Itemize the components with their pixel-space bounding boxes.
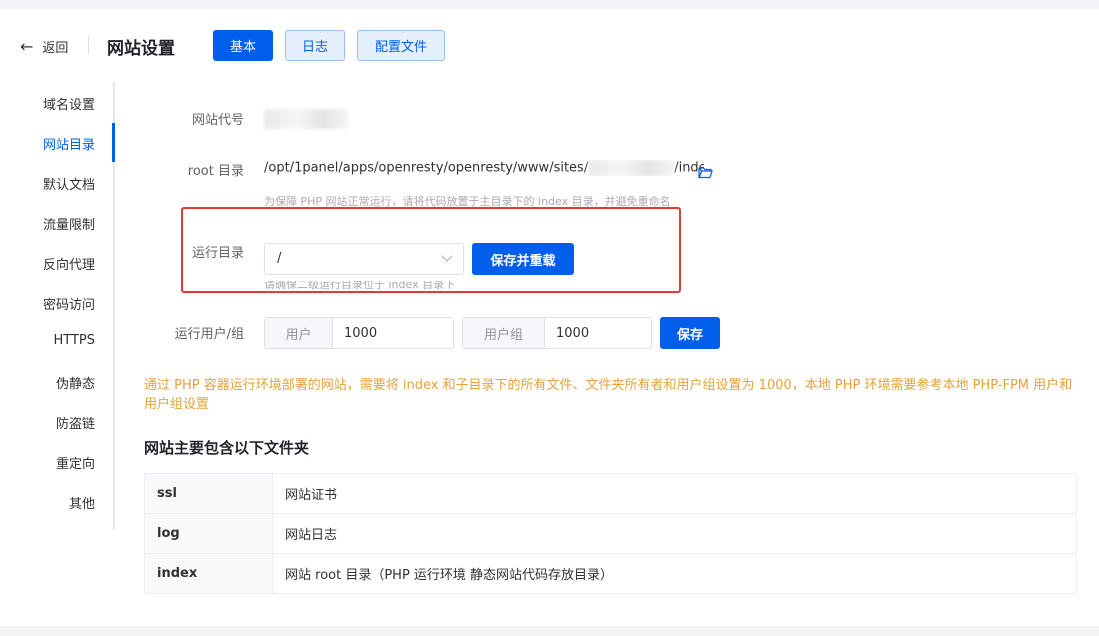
group-prefix: 用户组 <box>463 318 545 348</box>
run-group-input-group: 用户组 1000 <box>462 317 652 349</box>
settings-card: ← 返回 网站设置 基本 日志 配置文件 域名设置 网站目录 默认文档 流量限制… <box>0 9 1099 626</box>
run-user-label: 运行用户/组 <box>174 327 244 342</box>
sidebar-item-reverse-proxy[interactable]: 反向代理 <box>25 254 95 273</box>
root-dir-label: root 目录 <box>187 164 244 179</box>
chevron-down-icon <box>441 250 453 262</box>
back-button[interactable]: ← 返回 <box>20 37 68 56</box>
sidebar-active-indicator <box>112 123 115 162</box>
sidebar-item-domain[interactable]: 域名设置 <box>25 94 95 113</box>
folder-name: log <box>144 513 273 554</box>
header-bar: ← 返回 网站设置 基本 日志 配置文件 <box>0 9 1099 79</box>
table-row: index 网站 root 目录（PHP 运行环境 静态网站代码存放目录） <box>144 553 1077 594</box>
back-label: 返回 <box>42 41 69 56</box>
folders-section-title: 网站主要包含以下文件夹 <box>144 439 310 457</box>
sidebar-item-redirect[interactable]: 重定向 <box>25 453 95 472</box>
folders-table: ssl 网站证书 log 网站日志 index 网站 root 目录（PHP 运… <box>144 473 1077 594</box>
folder-name: ssl <box>144 473 273 514</box>
tab-log[interactable]: 日志 <box>285 30 345 61</box>
run-dir-selected-value: / <box>277 251 282 266</box>
run-dir-select[interactable]: / <box>264 243 464 275</box>
folder-name: index <box>144 553 273 594</box>
header-divider <box>88 36 89 54</box>
save-and-reload-button[interactable]: 保存并重载 <box>472 243 574 275</box>
sidebar-item-rewrite[interactable]: 伪静态 <box>25 373 95 392</box>
page-title: 网站设置 <box>107 39 175 59</box>
root-dir-path: /opt/1panel/apps/openresty/openresty/www… <box>264 160 704 176</box>
sidebar-item-other[interactable]: 其他 <box>25 493 95 512</box>
folder-description: 网站日志 <box>272 513 1077 554</box>
table-row: log 网站日志 <box>144 513 1077 554</box>
site-code-label: 网站代号 <box>191 113 244 128</box>
table-row: ssl 网站证书 <box>144 473 1077 514</box>
tab-config-file[interactable]: 配置文件 <box>357 30 445 61</box>
user-prefix: 用户 <box>265 318 333 348</box>
sidebar-item-https[interactable]: HTTPS <box>25 333 95 348</box>
folder-description: 网站证书 <box>272 473 1077 514</box>
tab-basic[interactable]: 基本 <box>213 30 273 61</box>
sidebar-item-password-access[interactable]: 密码访问 <box>25 294 95 313</box>
root-dir-path-prefix: /opt/1panel/apps/openresty/openresty/www… <box>264 160 589 176</box>
sidebar-item-traffic-limit[interactable]: 流量限制 <box>25 214 95 233</box>
root-dir-redacted <box>588 160 675 176</box>
run-user-input-group: 用户 1000 <box>264 317 454 349</box>
sidebar-item-default-document[interactable]: 默认文档 <box>25 174 95 193</box>
group-input[interactable]: 1000 <box>545 318 651 348</box>
sidebar-item-site-directory[interactable]: 网站目录 <box>25 134 95 153</box>
folder-open-icon[interactable] <box>698 164 713 179</box>
save-button[interactable]: 保存 <box>660 317 720 349</box>
folder-description: 网站 root 目录（PHP 运行环境 静态网站代码存放目录） <box>272 553 1077 594</box>
user-input[interactable]: 1000 <box>333 318 453 348</box>
run-dir-label: 运行目录 <box>191 246 244 261</box>
permission-warning: 通过 PHP 容器运行环境部署的网站，需要将 index 和子目录下的所有文件、… <box>144 378 1073 412</box>
arrow-left-icon: ← <box>20 36 34 56</box>
sidebar-item-hotlink[interactable]: 防盗链 <box>25 413 95 432</box>
site-code-value-redacted <box>264 109 348 129</box>
